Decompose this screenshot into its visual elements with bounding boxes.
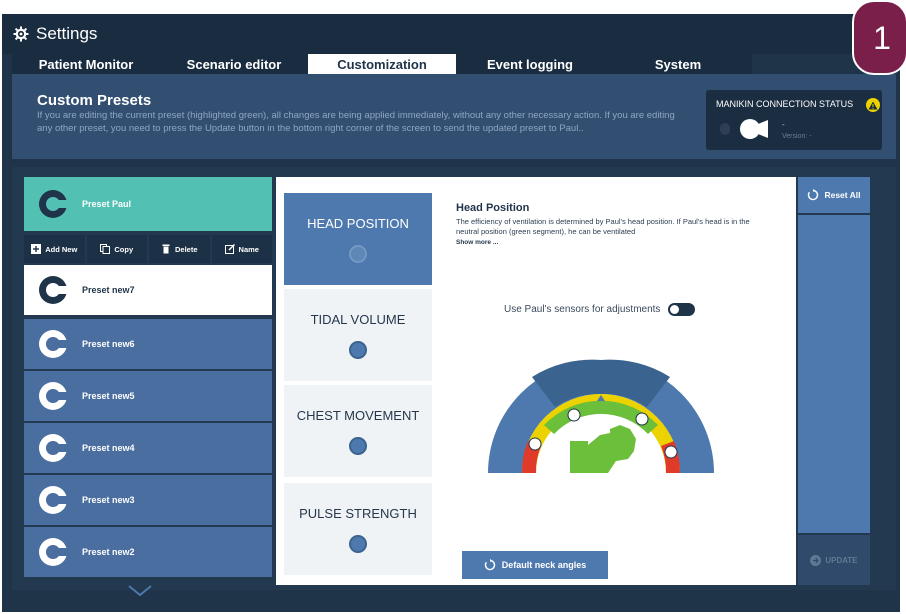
- settings-window: Settings Patient Monitor Scenario editor…: [2, 14, 900, 612]
- preset-label: Preset new5: [82, 391, 135, 401]
- preset-label: Preset new4: [82, 443, 135, 453]
- detail-description: The efficiency of ventilation is determi…: [456, 217, 750, 236]
- right-panel: [798, 215, 870, 533]
- tab-bar: Patient Monitor Scenario editor Customiz…: [12, 54, 752, 74]
- preset-item[interactable]: Preset new6: [24, 319, 272, 371]
- sensor-toggle[interactable]: [668, 303, 696, 316]
- copy-button[interactable]: Copy: [86, 235, 147, 263]
- manikin-head-icon: [738, 118, 778, 140]
- sensor-device-icon: [720, 123, 730, 135]
- banner-text: If you are editing the current preset (h…: [37, 110, 675, 134]
- preset-item[interactable]: Preset new4: [24, 423, 272, 475]
- param-tidal-volume[interactable]: TIDAL VOLUME: [284, 289, 432, 381]
- window-title: Settings: [36, 24, 98, 43]
- param-chest-movement[interactable]: CHEST MOVEMENT: [284, 385, 432, 477]
- preset-item[interactable]: Preset new5: [24, 371, 272, 423]
- plus-icon: [31, 244, 42, 254]
- delete-button[interactable]: Delete: [149, 235, 210, 263]
- preset-list: Preset Paul Add New Copy Delete Name Pre…: [24, 177, 272, 582]
- edit-icon: [224, 244, 235, 254]
- tab-customization[interactable]: Customization: [308, 54, 456, 74]
- tab-event-logging[interactable]: Event logging: [456, 54, 604, 74]
- reset-all-button[interactable]: Reset All: [798, 177, 870, 213]
- gear-icon: [12, 25, 30, 43]
- preset-logo-icon: [39, 276, 68, 304]
- reset-icon: [808, 189, 819, 201]
- param-head-position[interactable]: HEAD POSITION: [284, 193, 432, 285]
- copy-icon: [100, 244, 111, 254]
- show-more-link[interactable]: Show more ...: [456, 239, 498, 246]
- preset-logo-icon: [39, 434, 68, 462]
- step-number-badge: 1: [852, 0, 906, 75]
- add-new-button[interactable]: Add New: [24, 235, 85, 263]
- preset-label: Preset new7: [82, 285, 135, 295]
- sensor-toggle-row: Use Paul's sensors for adjustments: [504, 303, 696, 316]
- banner-title: Custom Presets: [37, 92, 152, 109]
- trash-icon: [161, 244, 171, 254]
- update-button[interactable]: UPDATE: [798, 535, 870, 585]
- preset-item[interactable]: Preset new3: [24, 475, 272, 527]
- preset-label: Preset new3: [82, 495, 135, 505]
- rename-button[interactable]: Name: [211, 235, 272, 263]
- preset-item[interactable]: Preset new2: [24, 527, 272, 579]
- main-content: Preset Paul Add New Copy Delete Name Pre…: [12, 167, 896, 590]
- knob-icon: [349, 534, 367, 553]
- chevron-down-icon[interactable]: [127, 584, 153, 598]
- tab-patient-monitor[interactable]: Patient Monitor: [12, 54, 160, 74]
- preset-item[interactable]: Preset new7: [24, 265, 272, 317]
- connection-status-title: MANIKIN CONNECTION STATUS: [716, 99, 854, 109]
- version-label: Version: -: [782, 133, 812, 140]
- knob-icon: [349, 244, 367, 263]
- knob-icon: [349, 436, 367, 455]
- detail-title: Head Position: [456, 202, 530, 214]
- info-banner: Custom Presets If you are editing the cu…: [12, 74, 896, 159]
- tab-system[interactable]: System: [604, 54, 752, 74]
- title-bar: Settings: [2, 14, 900, 54]
- preset-label: Preset new6: [82, 339, 135, 349]
- preset-current[interactable]: Preset Paul: [24, 177, 272, 233]
- preset-actions: Add New Copy Delete Name: [24, 235, 272, 263]
- preset-label: Preset new2: [82, 547, 135, 557]
- sensor-toggle-label: Use Paul's sensors for adjustments: [504, 304, 661, 315]
- reset-icon: [484, 559, 495, 571]
- settings-panel: HEAD POSITION TIDAL VOLUME CHEST MOVEMEN…: [276, 177, 796, 585]
- preset-logo-icon: [39, 382, 68, 410]
- head-position-gauge[interactable]: [476, 333, 726, 483]
- warning-icon: [866, 98, 880, 112]
- param-pulse-strength[interactable]: PULSE STRENGTH: [284, 483, 432, 575]
- right-column: Reset All UPDATE: [798, 177, 870, 585]
- connection-dash: -: [782, 120, 785, 129]
- preset-logo-icon: [39, 190, 68, 218]
- connection-status-panel: MANIKIN CONNECTION STATUS - Version: -: [706, 90, 882, 150]
- knob-icon: [349, 340, 367, 359]
- arrow-right-icon: [810, 554, 822, 566]
- tab-scenario-editor[interactable]: Scenario editor: [160, 54, 308, 74]
- preset-logo-icon: [39, 538, 68, 566]
- default-neck-angles-button[interactable]: Default neck angles: [462, 551, 608, 579]
- preset-logo-icon: [39, 330, 68, 358]
- preset-label: Preset Paul: [82, 199, 132, 209]
- preset-logo-icon: [39, 486, 68, 514]
